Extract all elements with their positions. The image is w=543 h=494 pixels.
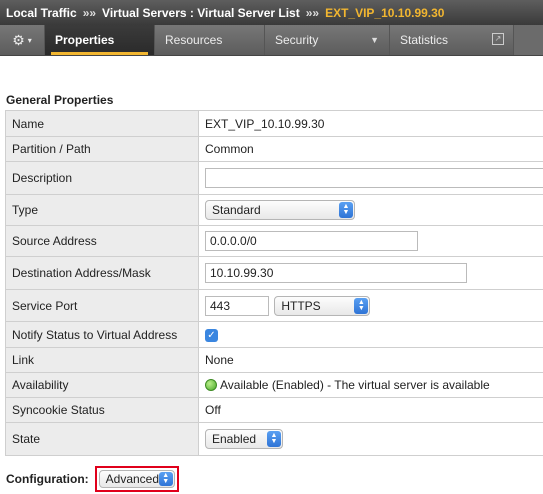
destination-label: Destination Address/Mask — [5, 256, 199, 290]
availability-label: Availability — [5, 372, 199, 398]
description-input[interactable] — [205, 168, 543, 188]
caret-down-icon: ▾ — [27, 35, 32, 45]
syncookie-value: Off — [198, 397, 543, 423]
configuration-select[interactable]: Advanced ▲ ▼ — [98, 470, 175, 488]
notify-status-checkbox[interactable]: ✓ — [205, 328, 218, 342]
tab-label: Properties — [55, 33, 115, 47]
name-value: EXT_VIP_10.10.99.30 — [198, 110, 543, 137]
select-arrows-icon: ▲ ▼ — [267, 431, 281, 447]
breadcrumb-separator: »» — [305, 5, 320, 20]
table-row: Type Standard ▲ ▼ — [5, 194, 543, 226]
select-arrows-icon: ▲ ▼ — [354, 297, 369, 314]
tab-label: Statistics — [400, 33, 449, 47]
tab-statistics[interactable]: Statistics ↗ — [390, 25, 514, 55]
link-label: Link — [5, 347, 199, 373]
table-row: Service Port HTTPS ▲▼ — [5, 289, 543, 322]
breadcrumb: Local Traffic »» Virtual Servers : Virtu… — [0, 0, 543, 25]
state-label: State — [5, 422, 199, 456]
caret-down-icon: ▼ — [370, 35, 379, 45]
section-title: General Properties — [6, 93, 114, 107]
table-row: Notify Status to Virtual Address ✓ — [5, 321, 543, 348]
tab-resources[interactable]: Resources — [155, 25, 265, 55]
gear-menu-button[interactable]: ⚙ ▾ — [0, 25, 45, 55]
configuration-highlight: Advanced ▲ ▼ — [94, 466, 179, 492]
table-row: Source Address — [5, 225, 543, 257]
breadcrumb-local-traffic[interactable]: Local Traffic — [6, 6, 77, 20]
breadcrumb-current: EXT_VIP_10.10.99.30 — [325, 5, 445, 20]
state-select[interactable]: Enabled ▲ ▼ — [205, 429, 283, 449]
notify-status-label: Notify Status to Virtual Address — [5, 321, 199, 348]
source-address-label: Source Address — [5, 225, 199, 257]
partition-value: Common — [198, 136, 543, 162]
table-row: Description — [5, 161, 543, 195]
destination-address-input[interactable] — [205, 263, 467, 283]
table-row: Availability Available (Enabled) - The v… — [5, 372, 543, 398]
name-label: Name — [5, 110, 199, 137]
source-address-input[interactable] — [205, 231, 418, 251]
tab-properties[interactable]: Properties — [45, 25, 155, 55]
service-protocol-select[interactable]: HTTPS ▲ ▼ — [274, 295, 371, 316]
gear-icon: ⚙ — [12, 31, 25, 48]
breadcrumb-separator: »» — [82, 5, 97, 20]
configuration-label: Configuration: — [6, 472, 89, 486]
tab-label: Security — [275, 33, 319, 47]
configuration-select-value: Advanced — [105, 472, 160, 486]
external-link-icon: ↗ — [492, 33, 504, 45]
state-select-value: Enabled — [212, 432, 257, 446]
service-port-label: Service Port — [5, 289, 199, 322]
general-properties-table: Name EXT_VIP_10.10.99.30 Partition / Pat… — [5, 110, 543, 456]
table-row: Name EXT_VIP_10.10.99.30 — [5, 110, 543, 137]
table-row: Destination Address/Mask — [5, 256, 543, 290]
configuration-row: Configuration: Advanced ▲ ▼ — [6, 466, 179, 492]
service-port-input[interactable] — [205, 295, 269, 316]
table-row: Syncookie Status Off — [5, 397, 543, 423]
partition-label: Partition / Path — [5, 136, 199, 162]
tab-bar: ⚙ ▾ Properties Resources Security ▼ Stati… — [0, 25, 543, 56]
description-label: Description — [5, 161, 199, 195]
breadcrumb-virtual-servers[interactable]: Virtual Servers : Virtual Server List — [102, 6, 300, 20]
syncookie-label: Syncookie Status — [5, 397, 199, 423]
table-row: Partition / Path Common — [5, 136, 543, 162]
type-select[interactable]: Standard ▲ ▼ — [205, 200, 355, 220]
availability-value: Available (Enabled) - The virtual server… — [220, 378, 490, 392]
table-row: State Enabled ▲ ▼ — [5, 422, 543, 456]
status-available-icon — [205, 379, 217, 391]
select-arrows-icon: ▲ ▼ — [158, 472, 173, 486]
service-protocol-value: HTTPS — [281, 298, 321, 313]
tab-security[interactable]: Security ▼ — [265, 25, 390, 55]
table-row: Link None — [5, 347, 543, 373]
type-label: Type — [5, 194, 199, 226]
select-arrows-icon: ▲ ▼ — [339, 202, 353, 218]
link-value: None — [198, 347, 543, 373]
tab-label: Resources — [165, 33, 223, 47]
type-select-value: Standard — [212, 203, 261, 217]
